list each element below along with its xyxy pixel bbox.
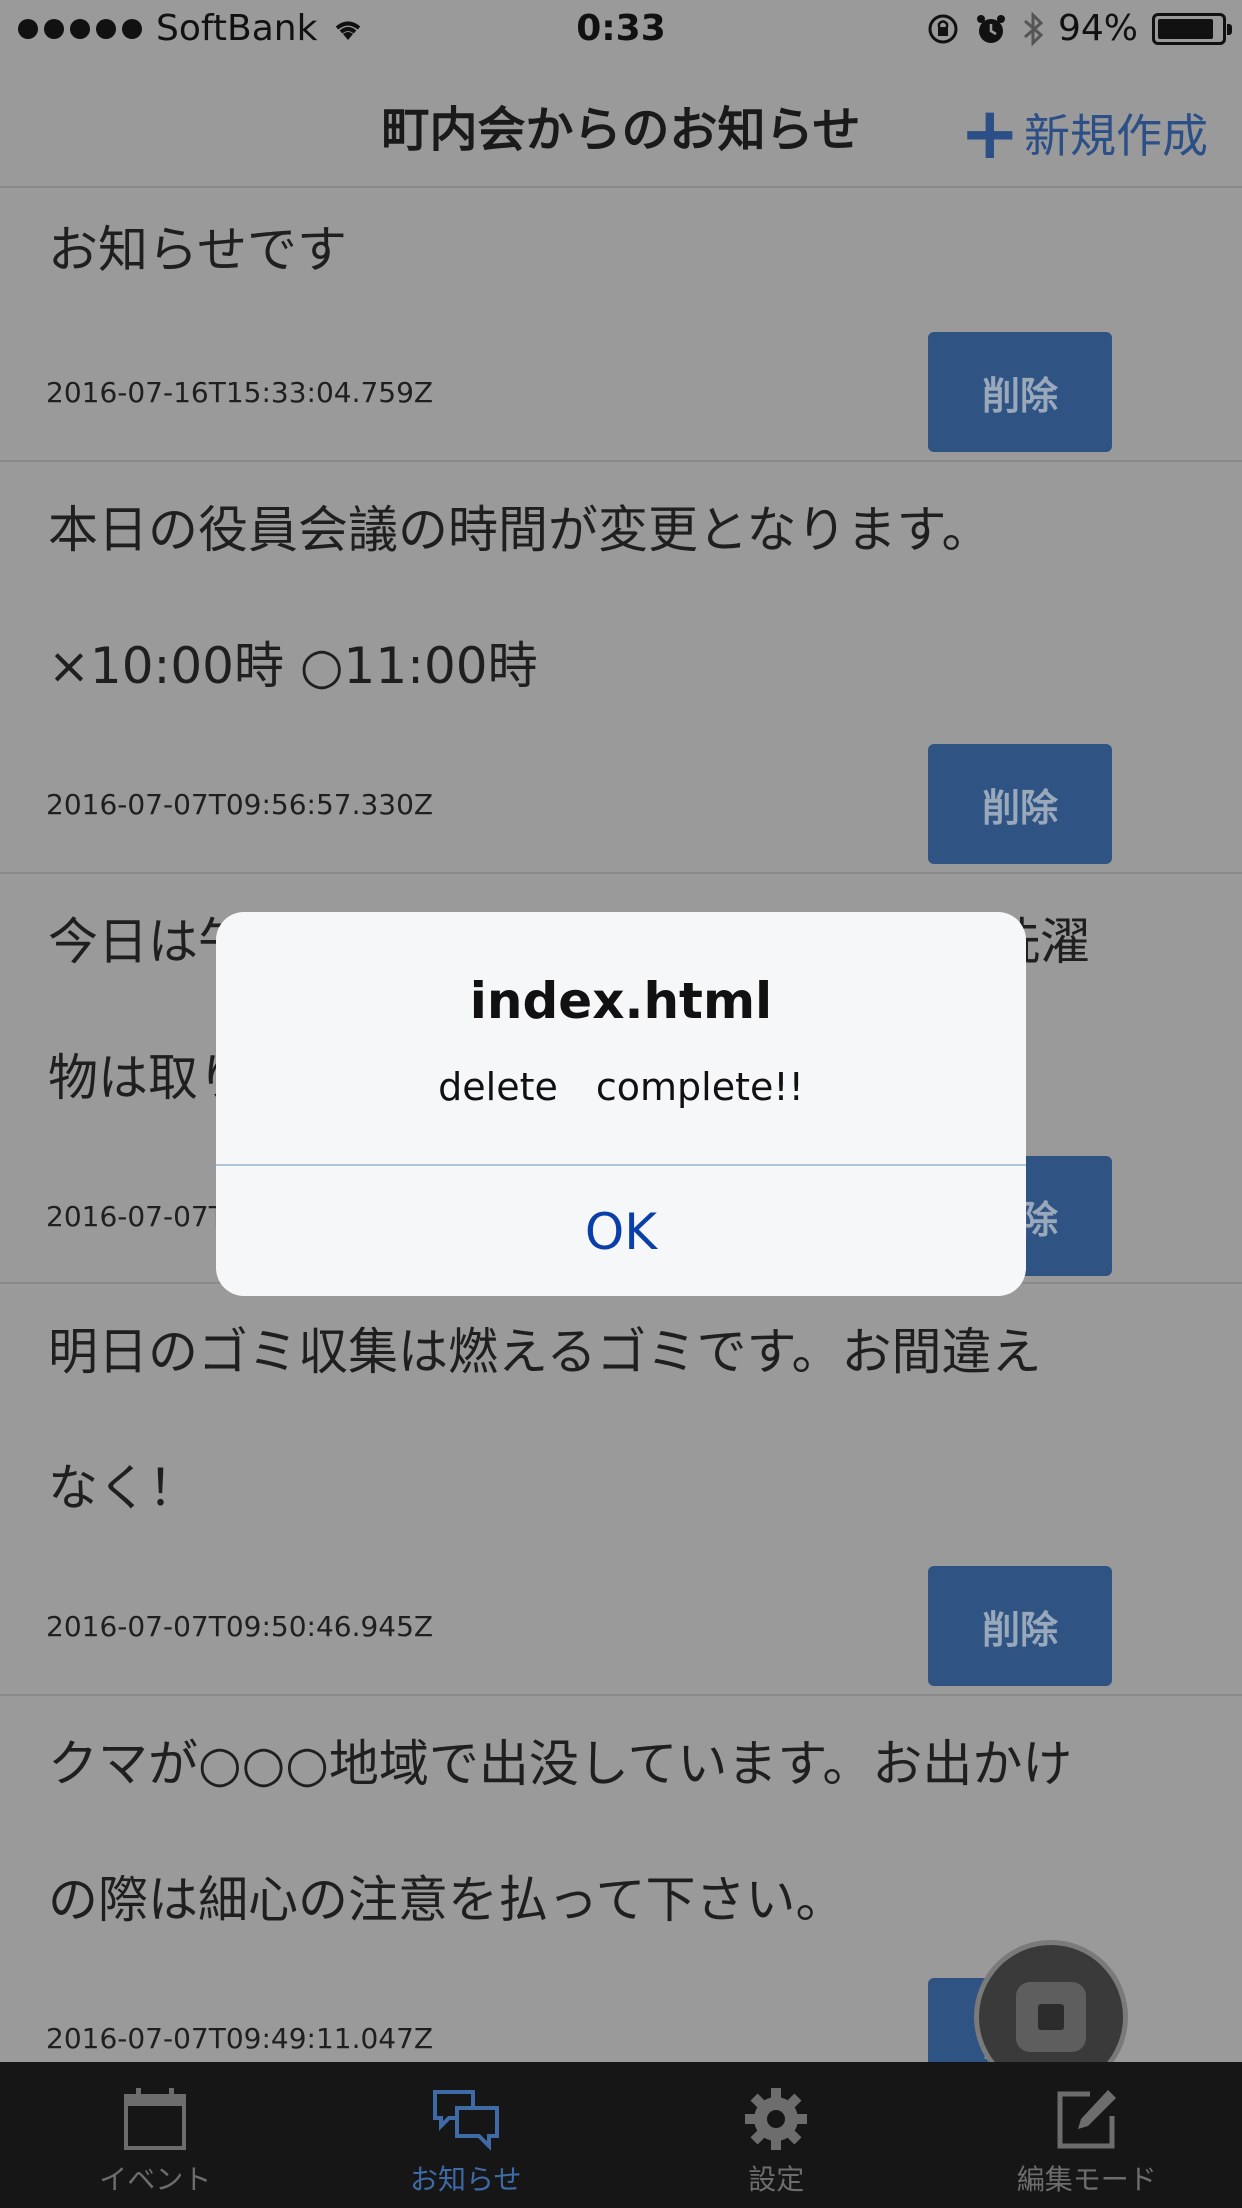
notice-text: クマが○○○地域で出没しています。お出かけ の際は細心の注意を払って下さい。 (48, 1735, 1073, 1929)
battery-percent: 94% (1057, 8, 1138, 49)
tab-bar: イベント お知らせ 設定 編集モード (0, 2062, 1242, 2208)
battery-icon (1152, 12, 1232, 45)
list-item: 明日のゴミ収集は燃えるゴミです。お間違え なく！ 2016-07-07T09:5… (0, 1284, 1242, 1696)
alert-dialog: index.html delete complete!! OK (216, 912, 1026, 1296)
tab-label: お知らせ (410, 2163, 522, 2196)
calendar-icon (124, 2088, 187, 2150)
new-notice-button[interactable]: + 新規作成 (959, 91, 1208, 175)
new-notice-label: 新規作成 (1024, 109, 1208, 163)
notice-date: 2016-07-07T09:49:11.047Z (46, 2022, 434, 2055)
chat-bubbles-icon (432, 2090, 499, 2151)
list-item: お知らせです 2016-07-16T15:33:04.759Z 削除 (0, 188, 1242, 462)
gear-icon (745, 2088, 808, 2150)
edit-icon (1057, 2090, 1116, 2149)
tab-settings[interactable]: 設定 (621, 2062, 932, 2208)
tab-notices[interactable]: お知らせ (311, 2062, 622, 2208)
tab-label: イベント (99, 2163, 212, 2196)
notice-text: 本日の役員会議の時間が変更となります。 ×10:00時 ○11:00時 (48, 501, 992, 695)
delete-button[interactable]: 削除 (928, 332, 1112, 452)
notice-date: 2016-07-07T09:50:46.945Z (46, 1610, 434, 1643)
status-bar: SoftBank 0:33 94% (0, 0, 1242, 60)
notice-text: 明日のゴミ収集は燃えるゴミです。お間違え なく！ (48, 1323, 1042, 1517)
tab-edit-mode[interactable]: 編集モード (932, 2062, 1242, 2208)
assistive-touch-icon (1016, 1982, 1086, 2052)
dialog-message: delete complete!! (438, 1065, 804, 1109)
ok-button[interactable]: OK (216, 1168, 1026, 1296)
tab-events[interactable]: イベント (0, 2062, 311, 2208)
nav-bar: 町内会からのお知らせ + 新規作成 (0, 60, 1242, 188)
alarm-icon (976, 14, 1005, 43)
delete-button[interactable]: 削除 (928, 1566, 1112, 1686)
tab-label: 設定 (748, 2163, 805, 2196)
list-item: 本日の役員会議の時間が変更となります。 ×10:00時 ○11:00時 2016… (0, 462, 1242, 874)
tab-label: 編集モード (1016, 2163, 1157, 2196)
rotation-lock-icon (928, 14, 958, 43)
status-right: 94% (926, 8, 1232, 49)
plus-icon: + (959, 91, 1020, 175)
notice-text: お知らせです (48, 221, 347, 279)
dialog-title: index.html (469, 972, 773, 1030)
dialog-divider (216, 1164, 1026, 1166)
delete-button[interactable]: 削除 (928, 744, 1112, 864)
bluetooth-icon (1023, 10, 1044, 47)
notice-date: 2016-07-07T09:56:57.330Z (46, 788, 434, 821)
notice-date: 2016-07-16T15:33:04.759Z (46, 376, 434, 409)
